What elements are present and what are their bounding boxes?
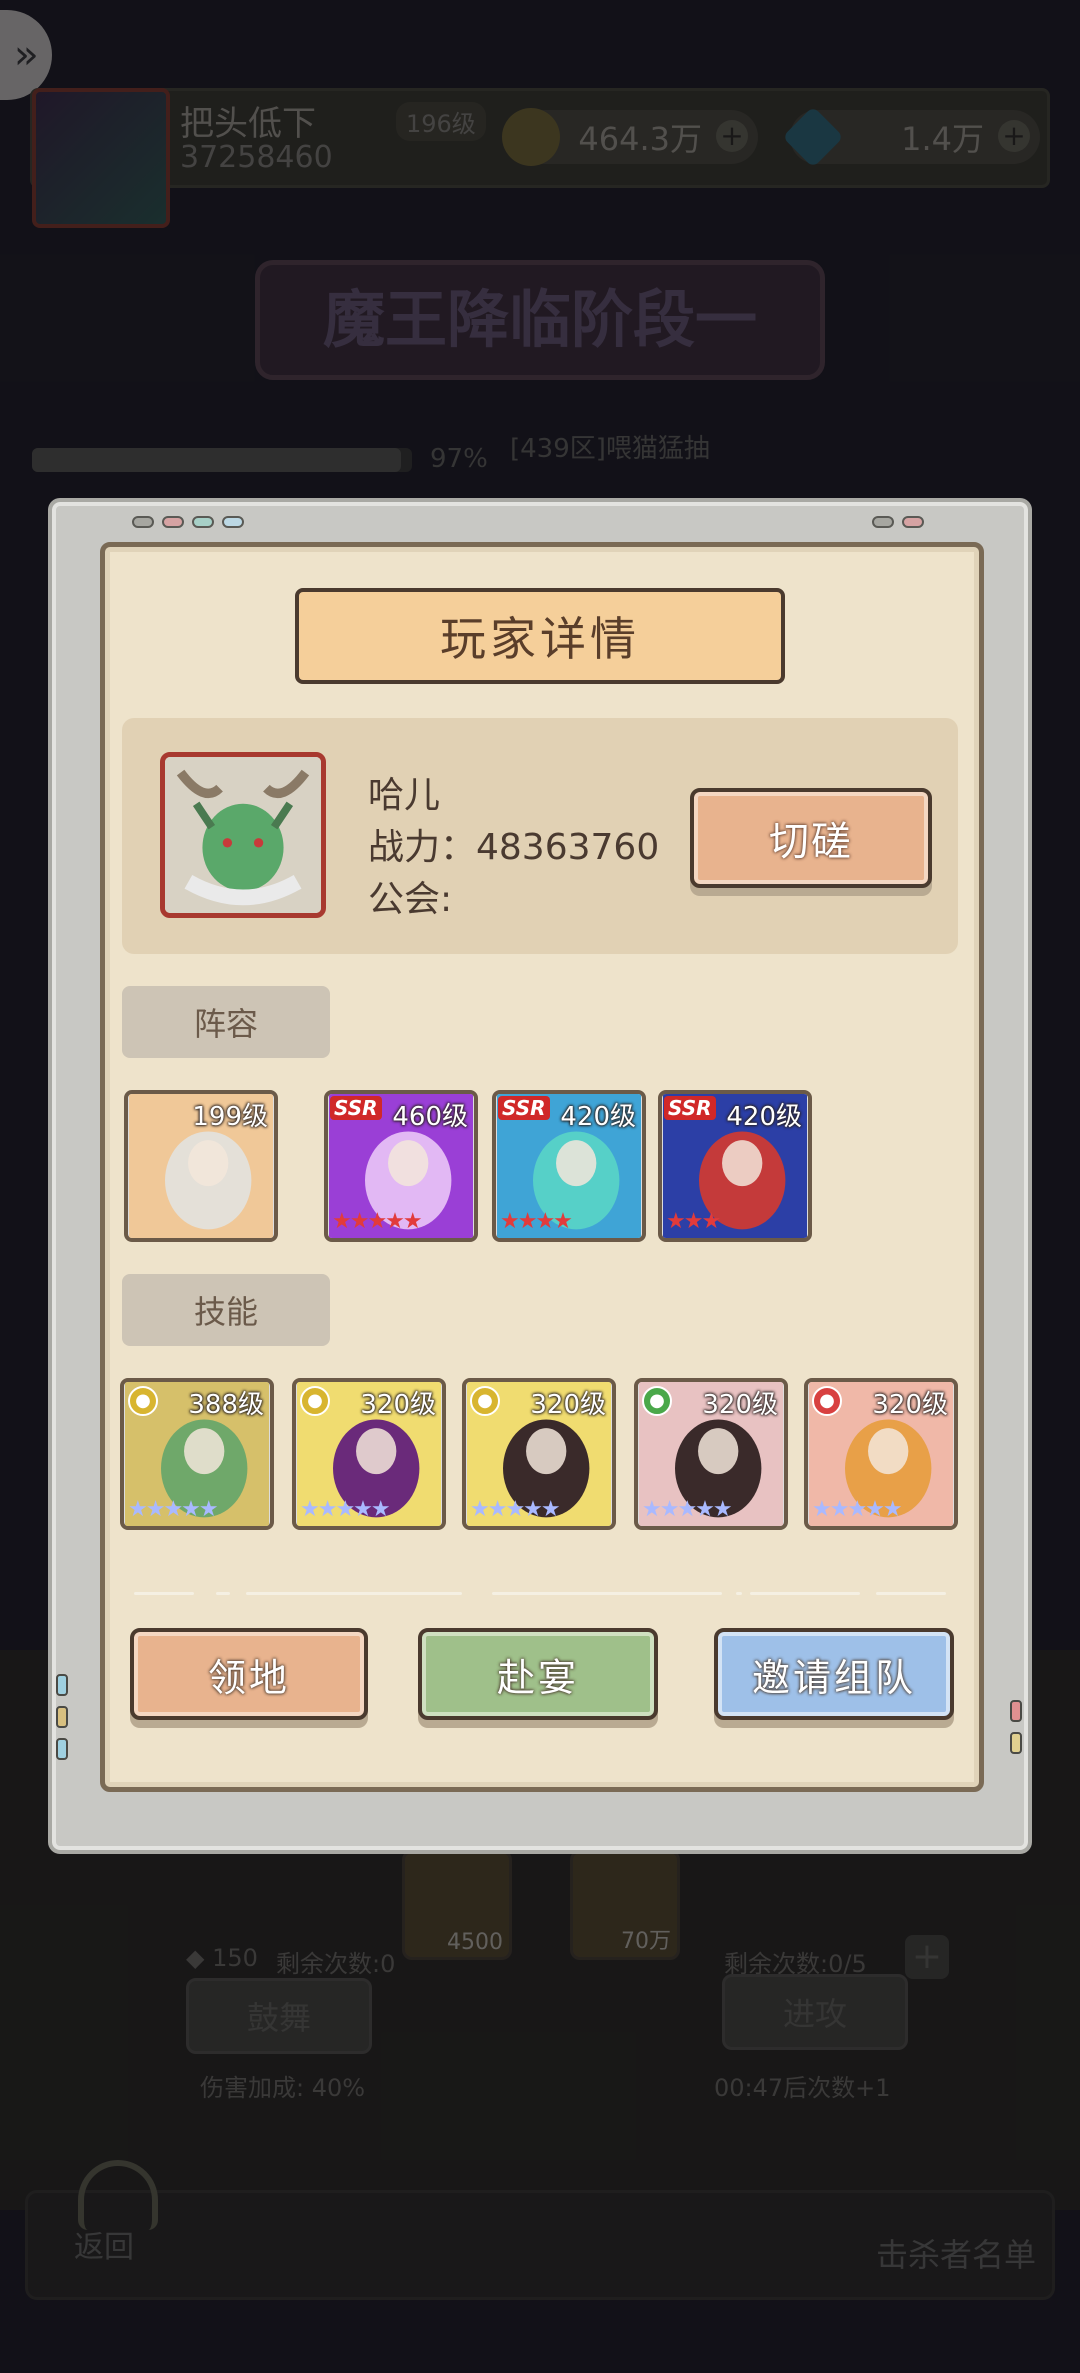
avatar[interactable] (160, 752, 326, 918)
hero-level: 460级 (392, 1102, 468, 1132)
hero-level: 199级 (192, 1102, 268, 1132)
green-element-icon: ● (642, 1386, 672, 1416)
banquet-button[interactable]: 赴宴 (418, 1628, 658, 1720)
gold-counter: 464.3万 + (502, 108, 758, 166)
yellow-element-icon: ● (128, 1386, 158, 1416)
hero-level: 388级 (188, 1390, 264, 1420)
share-arrow-icon[interactable]: » (0, 10, 52, 100)
region-text: [439区]喂猫猛抽 (510, 434, 710, 464)
territory-button[interactable]: 领地 (130, 1628, 368, 1720)
tab-lineup[interactable]: 阵容 (122, 986, 330, 1058)
plus-icon[interactable]: + (998, 120, 1030, 152)
top-player-name: 把头低下 (180, 104, 316, 144)
lineup-hero-card[interactable]: SSR 420级 ★★★ (658, 1090, 812, 1242)
player-name: 哈儿 (368, 775, 441, 816)
lineup-hero-card[interactable]: 199级 (124, 1090, 278, 1242)
invite-team-button[interactable]: 邀请组队 (714, 1628, 954, 1720)
gold-value: 464.3万 (578, 120, 702, 158)
gem-value: 1.4万 (901, 120, 984, 158)
ssr-badge: SSR (664, 1096, 716, 1120)
skill-hero-card[interactable]: ● 320级 ★★★★★ (634, 1378, 788, 1530)
yellow-element-icon: ● (300, 1386, 330, 1416)
spar-button[interactable]: 切磋 (690, 788, 932, 888)
inspire-remaining: 剩余次数:0 (276, 1950, 396, 1978)
skill-hero-card[interactable]: ● 320级 ★★★★★ (804, 1378, 958, 1530)
star-rating-icon: ★★★★★ (128, 1497, 219, 1522)
plus-icon[interactable]: + (716, 120, 748, 152)
reward-item[interactable]: 4500 (402, 1850, 512, 1960)
hero-level: 420级 (726, 1102, 802, 1132)
hero-level: 320级 (360, 1390, 436, 1420)
star-rating-icon: ★★★★★ (470, 1497, 561, 1522)
top-player-power: 37258460 (180, 140, 333, 175)
reward-item[interactable]: 70万 (570, 1850, 680, 1960)
star-rating-icon: ★★★★★ (332, 1209, 423, 1234)
hero-level: 320级 (702, 1390, 778, 1420)
back-button[interactable]: 返回 (74, 2222, 134, 2266)
avatar[interactable] (32, 88, 170, 228)
hero-level: 420级 (560, 1102, 636, 1132)
gold-coin-icon (502, 108, 560, 166)
ssr-badge: SSR (330, 1096, 382, 1120)
star-rating-icon: ★★★★★ (300, 1497, 391, 1522)
gem-counter: 1.4万 + (782, 106, 1040, 168)
lineup-hero-card[interactable]: SSR 460级 ★★★★★ (324, 1090, 478, 1242)
attack-button[interactable]: 进攻 (722, 1974, 908, 2050)
tab-skills[interactable]: 技能 (122, 1274, 330, 1346)
boss-progress-pct: 97% (430, 444, 488, 474)
skill-hero-card[interactable]: ● 388级 ★★★★★ (120, 1378, 274, 1530)
plus-icon[interactable]: + (905, 1935, 949, 1979)
regen-timer: 00:47后次数+1 (714, 2074, 891, 2102)
player-guild: 公会: (368, 879, 453, 920)
damage-bonus: 伤害加成: 40% (200, 2074, 366, 2102)
star-rating-icon: ★★★★ (500, 1209, 573, 1234)
top-player-level: 196级 (396, 102, 486, 141)
star-rating-icon: ★★★★★ (812, 1497, 903, 1522)
modal-title: 玩家详情 (295, 588, 785, 684)
skill-hero-card[interactable]: ● 320级 ★★★★★ (292, 1378, 446, 1530)
ssr-badge: SSR (498, 1096, 550, 1120)
hero-level: 320级 (872, 1390, 948, 1420)
boss-stage-banner: 魔王降临阶段一 (255, 260, 825, 380)
back-arrow-icon (78, 2160, 158, 2230)
inspire-button[interactable]: 鼓舞 (186, 1978, 372, 2054)
hero-level: 320级 (530, 1390, 606, 1420)
skill-hero-card[interactable]: ● 320级 ★★★★★ (462, 1378, 616, 1530)
star-rating-icon: ★★★ (666, 1209, 721, 1234)
killers-list-button[interactable]: 击杀者名单 (876, 2230, 1036, 2276)
lineup-hero-card[interactable]: SSR 420级 ★★★★ (492, 1090, 646, 1242)
star-rating-icon: ★★★★★ (642, 1497, 733, 1522)
player-power: 战力：48363760 (368, 827, 660, 868)
red-element-icon: ● (812, 1386, 842, 1416)
yellow-element-icon: ● (470, 1386, 500, 1416)
inspire-cost: ◆ 150 (186, 1944, 258, 1972)
boss-progress-bar (32, 448, 412, 472)
